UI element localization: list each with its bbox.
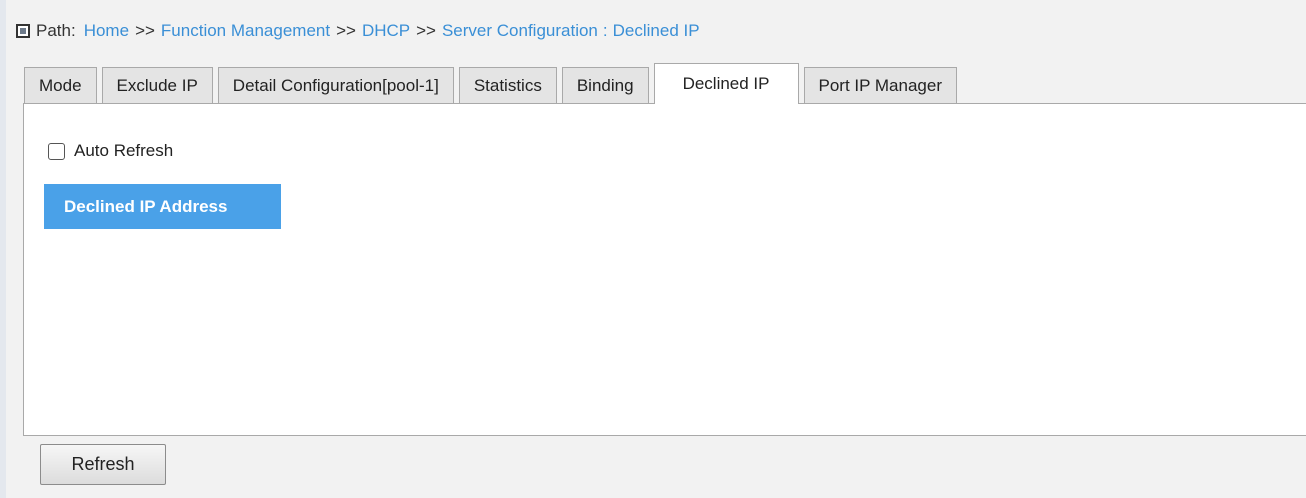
breadcrumb-current: Declined IP	[612, 21, 700, 40]
auto-refresh-label: Auto Refresh	[74, 141, 174, 160]
breadcrumb-separator: >>	[416, 21, 436, 40]
breadcrumb-separator: >>	[336, 21, 356, 40]
breadcrumb-function-management[interactable]: Function Management	[161, 21, 330, 41]
tab-binding[interactable]: Binding	[561, 67, 649, 104]
breadcrumb-label: Path:	[36, 21, 76, 40]
tab-detail-configuration[interactable]: Detail Configuration[pool-1]	[217, 67, 454, 104]
tab-exclude-ip[interactable]: Exclude IP	[101, 67, 213, 104]
breadcrumb-home[interactable]: Home	[84, 21, 129, 41]
tab-content-panel: Auto Refresh Declined IP Address	[23, 103, 1306, 436]
breadcrumb-colon: :	[602, 21, 608, 40]
auto-refresh-option[interactable]: Auto Refresh	[48, 141, 173, 161]
left-frame-edge	[0, 0, 6, 498]
tab-bar: Mode Exclude IP Detail Configuration[poo…	[24, 63, 962, 104]
auto-refresh-checkbox[interactable]	[48, 142, 65, 160]
breadcrumb-separator: >>	[135, 21, 155, 40]
tab-mode[interactable]: Mode	[24, 67, 97, 104]
breadcrumb-server-configuration[interactable]: Server Configuration	[442, 21, 598, 41]
tab-declined-ip[interactable]: Declined IP	[653, 63, 799, 104]
tab-statistics[interactable]: Statistics	[458, 67, 557, 104]
refresh-button[interactable]: Refresh	[40, 444, 166, 485]
breadcrumb: Path: Home >> Function Management >> DHC…	[16, 20, 700, 42]
declined-ip-column-header: Declined IP Address	[44, 184, 281, 229]
breadcrumb-dhcp[interactable]: DHCP	[362, 21, 410, 41]
path-square-icon	[16, 24, 30, 38]
tab-port-ip-manager[interactable]: Port IP Manager	[803, 67, 957, 104]
